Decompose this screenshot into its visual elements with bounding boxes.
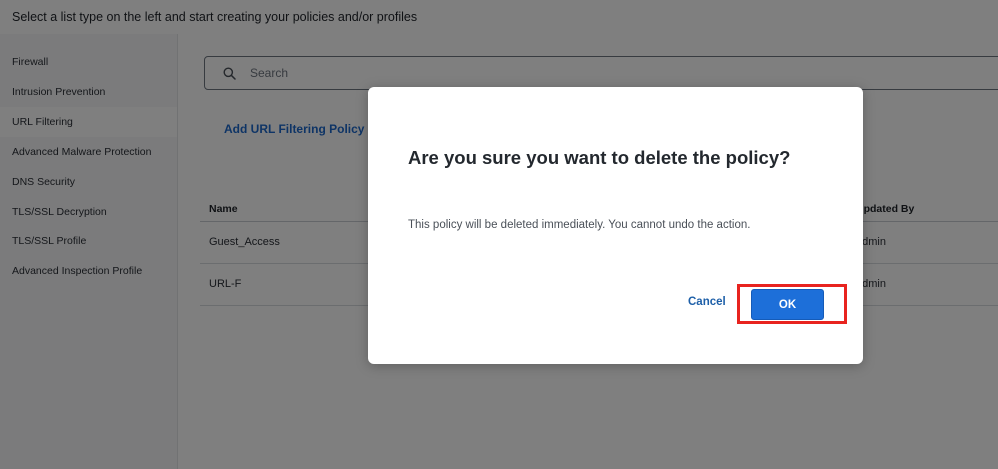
ok-button[interactable]: OK	[751, 289, 824, 320]
dialog-message: This policy will be deleted immediately.…	[408, 219, 751, 231]
cancel-button[interactable]: Cancel	[688, 296, 726, 308]
policies-page: Select a list type on the left and start…	[0, 0, 998, 469]
delete-confirmation-dialog: Are you sure you want to delete the poli…	[368, 87, 863, 364]
dialog-title: Are you sure you want to delete the poli…	[408, 147, 791, 168]
